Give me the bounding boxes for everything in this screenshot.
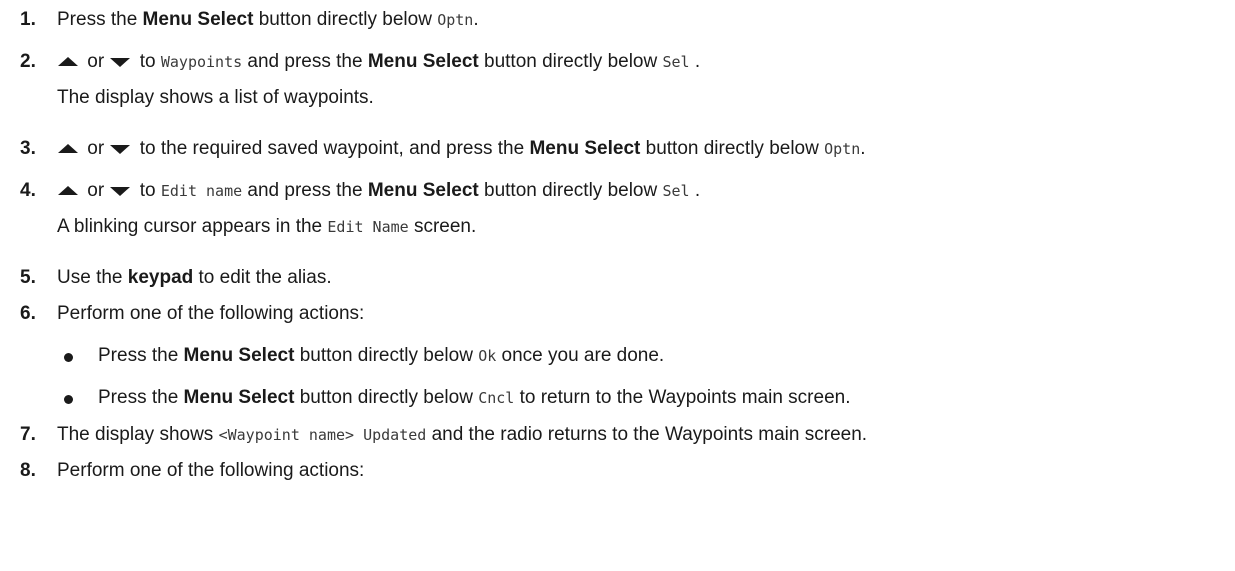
bullet-text: Press the Menu Select button directly be… <box>98 344 664 368</box>
text-segment: A blinking cursor appears in the <box>57 216 328 237</box>
step-number: 6. <box>20 303 36 324</box>
step-text: or to Edit name and press the Menu Selec… <box>57 179 700 203</box>
step-number: 7. <box>20 424 36 445</box>
text-segment: The display shows <box>57 424 219 445</box>
bullet-icon <box>64 395 73 404</box>
text-segment: button directly below <box>478 51 663 72</box>
step-text: Perform one of the following actions: <box>57 460 365 481</box>
screen-label: Edit Name <box>327 218 409 236</box>
screen-label: Optn <box>437 11 474 29</box>
text-segment: button directly below <box>294 387 479 408</box>
text-segment: or <box>82 138 110 159</box>
screen-label: Cncl <box>478 389 515 407</box>
text-segment: and the radio returns to the Waypoints m… <box>426 424 868 445</box>
text-segment: to the required saved waypoint, and pres… <box>134 138 530 159</box>
bold-term: Menu Select <box>183 345 295 366</box>
text-segment: once you are done. <box>496 345 665 366</box>
text-segment: and press the <box>242 180 368 201</box>
bold-term: Menu Select <box>367 180 479 201</box>
text-segment: or <box>82 51 110 72</box>
arrow-up-icon <box>57 56 79 68</box>
screen-label: Waypoints <box>160 53 243 71</box>
bold-term: Menu Select <box>367 51 479 72</box>
screen-label: Edit name <box>160 182 243 200</box>
arrow-down-icon <box>109 56 131 68</box>
text-segment: . <box>860 138 866 159</box>
text-segment: to <box>134 51 161 72</box>
bullet-icon <box>64 353 73 362</box>
arrow-down-icon <box>109 143 131 155</box>
text-segment: button directly below <box>640 138 825 159</box>
text-segment: Press the <box>57 9 143 30</box>
text-segment: . <box>689 51 701 72</box>
screen-label: Sel <box>662 53 690 71</box>
screen-label: <Waypoint name> Updated <box>218 426 427 444</box>
step-text: Press the Menu Select button directly be… <box>57 8 479 32</box>
text-segment: button directly below <box>294 345 479 366</box>
text-segment: button directly below <box>478 180 663 201</box>
step-number: 8. <box>20 460 36 481</box>
result-text: The display shows a list of waypoints. <box>57 87 374 108</box>
step-text: The display shows <Waypoint name> Update… <box>57 423 867 447</box>
text-segment: and press the <box>242 51 368 72</box>
text-segment: Press the <box>98 387 184 408</box>
text-segment: to <box>134 180 161 201</box>
step-number: 1. <box>20 9 36 30</box>
bold-term: Menu Select <box>142 9 254 30</box>
screen-label: Optn <box>824 140 861 158</box>
text-segment: . <box>473 9 479 30</box>
result-text: A blinking cursor appears in the Edit Na… <box>57 215 476 239</box>
text-segment: Use the <box>57 267 128 288</box>
step-number: 2. <box>20 51 36 72</box>
bold-term: keypad <box>127 267 194 288</box>
step-text: Use the keypad to edit the alias. <box>57 266 332 290</box>
arrow-down-icon <box>109 185 131 197</box>
text-segment: Press the <box>98 345 184 366</box>
text-segment: button directly below <box>253 9 438 30</box>
arrow-up-icon <box>57 143 79 155</box>
step-text: or to Waypoints and press the Menu Selec… <box>57 50 700 74</box>
text-segment: or <box>82 180 110 201</box>
text-segment: screen. <box>408 216 477 237</box>
screen-label: Ok <box>478 347 497 365</box>
step-text: Perform one of the following actions: <box>57 303 365 324</box>
bold-term: Menu Select <box>529 138 641 159</box>
text-segment: to edit the alias. <box>193 267 332 288</box>
step-number: 3. <box>20 138 36 159</box>
arrow-up-icon <box>57 185 79 197</box>
text-segment: to return to the Waypoints main screen. <box>514 387 851 408</box>
step-text: or to the required saved waypoint, and p… <box>57 137 866 161</box>
step-number: 4. <box>20 180 36 201</box>
bullet-text: Press the Menu Select button directly be… <box>98 386 851 410</box>
screen-label: Sel <box>662 182 690 200</box>
text-segment: . <box>689 180 701 201</box>
step-number: 5. <box>20 267 36 288</box>
bold-term: Menu Select <box>183 387 295 408</box>
